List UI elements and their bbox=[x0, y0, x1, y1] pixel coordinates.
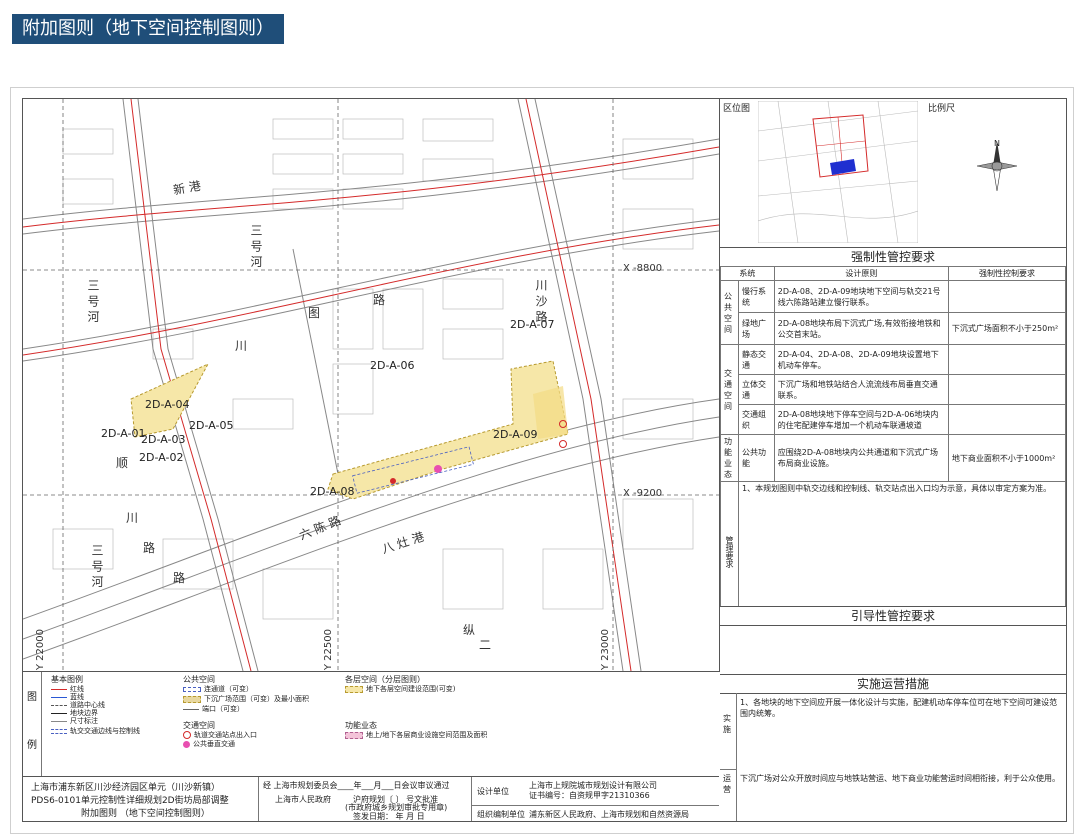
coord-label: Y 22500 bbox=[323, 629, 334, 671]
principle-cell: 下沉广场和地铁站结合人流流线布局垂直交通联系。 bbox=[773, 374, 949, 405]
principle-cell: 2D-A-08地块地下停车空间与2D-A-06地块内的住宅配建停车增加一个机动车… bbox=[773, 404, 949, 435]
col-header: 设计原则 bbox=[773, 266, 949, 281]
coord-label: X -8800 bbox=[623, 263, 663, 274]
sub-cell: 静态交通 bbox=[738, 344, 775, 375]
legend-item: 公共垂直交通 bbox=[193, 740, 235, 748]
legend-vert: 例 bbox=[27, 740, 37, 751]
road-label: 三 号 河 bbox=[86, 279, 100, 323]
coord-label: Y 23000 bbox=[600, 629, 611, 671]
legend-item: 地上/地下各层商业设施空间范围及面积 bbox=[366, 731, 488, 739]
parcel-label: 2D-A-04 bbox=[145, 398, 190, 411]
control-sheet: 2D-A-07 2D-A-06 2D-A-04 2D-A-05 2D-A-01 … bbox=[22, 98, 1067, 822]
legend-item: 端口（可变） bbox=[202, 705, 244, 713]
req-cell bbox=[947, 280, 1067, 313]
design-label: 设计单位 bbox=[477, 787, 509, 796]
road-label: 二 bbox=[479, 638, 492, 652]
col-header: 系统 bbox=[720, 266, 775, 281]
sub-cell: 绿地广场 bbox=[738, 312, 775, 345]
parcel-label: 2D-A-05 bbox=[189, 419, 234, 432]
parcel-label: 2D-A-02 bbox=[139, 451, 184, 464]
plan-name-line3: 附加图则 （地下空间控制图则） bbox=[81, 809, 210, 819]
mandatory-title: 强制性管控要求 bbox=[720, 247, 1066, 267]
map-drawing bbox=[23, 99, 719, 671]
coord-label: X -9200 bbox=[623, 488, 663, 499]
impl-group: 实施 bbox=[723, 714, 731, 734]
road-label: 顺 bbox=[116, 456, 129, 470]
keymap-label: 区位图 bbox=[723, 104, 751, 114]
parcel-label: 2D-A-06 bbox=[370, 359, 415, 372]
sub-cell: 立体交通 bbox=[738, 374, 775, 405]
coord-label: Y 22000 bbox=[35, 629, 46, 671]
control-requirements-panel: 区位图 比例尺 N 强制性管控要求 系统 设计原则 强制性控制要求 公共空间 慢… bbox=[720, 99, 1067, 821]
mandatory-table: 系统 设计原则 强制性控制要求 公共空间 慢行系统 2D-A-08、2D-A-0… bbox=[720, 266, 1067, 622]
req-cell bbox=[947, 374, 1067, 405]
road-label: 三 号 河 bbox=[249, 224, 263, 268]
req-cell bbox=[947, 404, 1067, 435]
approval-text: 上海市人民政府 bbox=[275, 795, 331, 804]
scale-label: 比例尺 bbox=[928, 104, 956, 114]
road-label-chuansha: 川 沙 路 bbox=[534, 279, 548, 323]
parcel-label: 2D-A-08 bbox=[310, 485, 355, 498]
sub-cell: 交通组织 bbox=[738, 404, 775, 435]
north-label: N bbox=[994, 139, 1000, 148]
road-label: 纵 bbox=[463, 623, 476, 637]
road-label: 路 bbox=[143, 541, 156, 555]
impl-title: 实施运营措施 bbox=[720, 674, 1066, 694]
guide-title: 引导性管控要求 bbox=[720, 606, 1066, 626]
parcel-label: 2D-A-09 bbox=[493, 428, 538, 441]
underground-control-map[interactable]: 2D-A-07 2D-A-06 2D-A-04 2D-A-05 2D-A-01 … bbox=[23, 99, 720, 672]
principle-cell: 2D-A-08、2D-A-09地块地下空间与轨交21号线六陈路站建立慢行联系。 bbox=[773, 280, 949, 313]
parcel-label: 2D-A-03 bbox=[141, 433, 186, 446]
col-header: 强制性控制要求 bbox=[947, 266, 1067, 281]
title-block: 上海市浦东新区川沙经济园区单元（川沙新镇） PDS6-0101单元控制性详细规划… bbox=[23, 777, 719, 821]
principle-cell: 应围绕2D-A-08地块内公共通道和下沉式广场布局商业设施。 bbox=[773, 434, 949, 482]
sub-cell: 慢行系统 bbox=[738, 280, 775, 313]
org-label: 组织编制单位 bbox=[477, 810, 525, 819]
legend-item: 连通道（可变） bbox=[204, 685, 253, 693]
road-label: 图 bbox=[308, 306, 321, 320]
road-label: 路 bbox=[173, 571, 186, 585]
sub-cell: 公共功能 bbox=[738, 434, 775, 482]
cert-number: 证书编号：自资规甲字21310366 bbox=[529, 791, 650, 800]
group-cell: 管理要求 bbox=[720, 481, 739, 622]
org-unit: 浦东新区人民政府、上海市规划和自然资源局 bbox=[529, 810, 689, 819]
mgmt-text: 1、本规划图则中轨交边线和控制线、轨交站点出入口均为示意，具体以审定方案为准。 bbox=[738, 481, 1066, 622]
plan-name-line1: 上海市浦东新区川沙经济园区单元（川沙新镇） bbox=[31, 783, 221, 793]
principle-cell: 2D-A-04、2D-A-08、2D-A-09地块设置地下机动车停车。 bbox=[773, 344, 949, 375]
legend-item: 尺寸标注 bbox=[70, 717, 98, 725]
approval-date: 签发日期： 年 月 日 bbox=[353, 812, 425, 821]
ops-text: 下沉广场对公众开放时间应与地铁站营运、地下商业功能营运时间相衔接，利于公众使用。 bbox=[740, 774, 1060, 783]
road-label: 路 bbox=[373, 293, 386, 307]
map-legend: 图 例 基本图例 红线 蓝线 道路中心线 地块边界 尺寸标注 轨交交通边线与控制… bbox=[23, 672, 719, 777]
road-label: 川 bbox=[235, 339, 248, 353]
legend-vert: 图 bbox=[27, 692, 37, 703]
impl-text: 1、各地块的地下空间应开展一体化设计与实施，配建机动车停车位可在地下空间可建设范… bbox=[740, 698, 1058, 718]
road-label: 三 号 河 bbox=[90, 544, 104, 588]
road-label: 川 bbox=[126, 511, 139, 525]
req-cell: 下沉式广场面积不小于250m² bbox=[947, 312, 1067, 345]
principle-cell: 2D-A-08地块布局下沉式广场,有效衔接地铁和公交首末站。 bbox=[773, 312, 949, 345]
group-cell: 公共空间 bbox=[720, 280, 739, 345]
group-cell: 交通空间 bbox=[720, 344, 739, 435]
legend-item: 轨交交通边线与控制线 bbox=[70, 727, 140, 735]
group-cell: 功能业态 bbox=[720, 434, 739, 482]
keymap bbox=[758, 101, 918, 243]
legend-item: 地下各层空间建设范围(可变) bbox=[366, 685, 456, 693]
page-header: 附加图则（地下空间控制图则） bbox=[12, 14, 284, 44]
parcel-label: 2D-A-01 bbox=[101, 427, 146, 440]
legend-item: 下沉广场范围（可变）及最小面积 bbox=[204, 695, 309, 703]
plan-name-line2: PDS6-0101单元控制性详细规划2D街坊局部调整 bbox=[31, 796, 229, 806]
ops-group: 运营 bbox=[723, 774, 731, 794]
req-cell: 地下商业面积不小于1000m² bbox=[947, 434, 1067, 482]
req-cell bbox=[947, 344, 1067, 375]
approval-text: 经 上海市规划委员会____年___月___日会议审议通过 bbox=[263, 781, 450, 790]
